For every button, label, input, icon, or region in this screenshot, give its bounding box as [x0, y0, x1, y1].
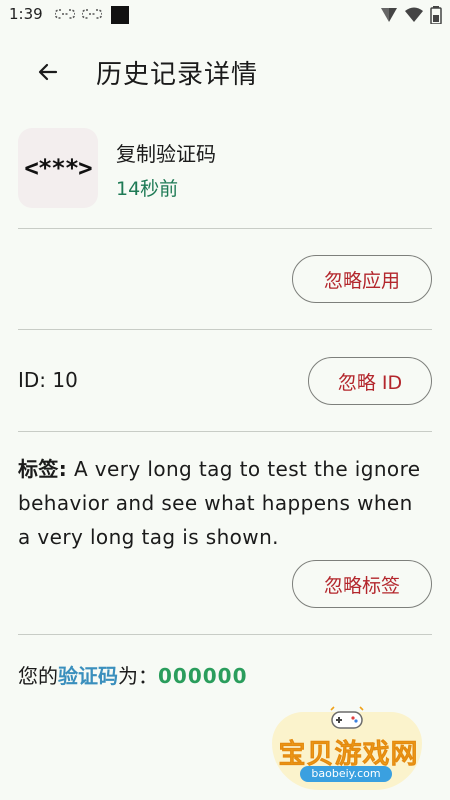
divider-4: [18, 634, 432, 635]
app-bar: 历史记录详情: [0, 40, 450, 104]
app-icon-glyph: <***>: [24, 154, 92, 182]
watermark-logo: 宝贝游戏网 baobeiy.com: [272, 702, 422, 792]
ignore-tag-button[interactable]: 忽略标签: [292, 560, 432, 608]
link-icon-2: [82, 9, 102, 19]
verification-code-line: 您的验证码为：000000: [18, 660, 248, 689]
divider-2: [18, 329, 432, 330]
app-time-ago: 14秒前: [116, 178, 179, 200]
page-title: 历史记录详情: [96, 60, 259, 90]
notification-square-icon: [111, 6, 129, 24]
code-value: 000000: [158, 664, 248, 688]
app-icon: <***>: [18, 128, 98, 208]
code-keyword: 验证码: [58, 664, 118, 688]
gamepad-icon: [330, 706, 364, 729]
tag-value: A very long tag to test the ignore behav…: [18, 457, 421, 549]
link-icon: [55, 9, 75, 19]
battery-icon: [430, 6, 442, 24]
record-id: ID: 10: [18, 368, 78, 392]
status-bar: 1:39: [0, 0, 450, 32]
watermark-url: baobeiy.com: [300, 766, 392, 782]
status-time: 1:39: [9, 5, 43, 23]
tag-label: 标签:: [18, 457, 68, 481]
status-right-icons: [380, 6, 442, 24]
app-name: 复制验证码: [116, 142, 216, 166]
divider-3: [18, 431, 432, 432]
ignore-app-button[interactable]: 忽略应用: [292, 255, 432, 303]
code-prefix: 您的: [18, 664, 58, 688]
divider-1: [18, 228, 432, 229]
app-info-row: <***> 复制验证码 14秒前: [18, 128, 432, 208]
code-suffix: 为：: [118, 664, 158, 688]
ignore-id-button[interactable]: 忽略 ID: [308, 357, 432, 405]
signal-icon: [381, 8, 397, 22]
arrow-left-icon: [38, 63, 58, 81]
wifi-icon: [405, 7, 423, 22]
back-button[interactable]: [28, 52, 68, 92]
tag-text: 标签: A very long tag to test the ignore b…: [18, 452, 432, 554]
